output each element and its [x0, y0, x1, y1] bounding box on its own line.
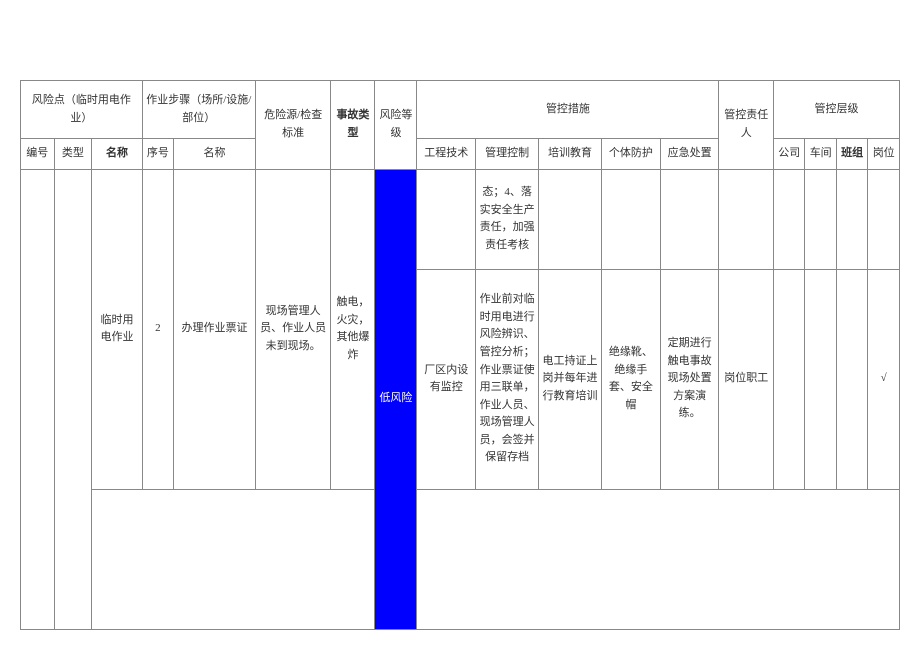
cell-mgmt: 作业前对临时用电进行风险辨识、管控分析；作业票证使用三联单，作业人员、现场管理人… [476, 269, 539, 489]
risk-table: 风险点（临时用电作业） 作业步骤（场所/设施/部位） 危险源/检查标准 事故类型… [20, 80, 900, 630]
th-name: 名称 [92, 139, 142, 170]
blank-left [92, 489, 375, 629]
th-mgmt: 管理控制 [476, 139, 539, 170]
cell-co-2 [774, 269, 805, 489]
th-num: 编号 [21, 139, 55, 170]
cell-name: 临时用电作业 [92, 169, 142, 489]
cell-co-1 [774, 169, 805, 269]
cell-eng-partial [417, 169, 476, 269]
cell-post-2: √ [868, 269, 900, 489]
th-seq: 序号 [142, 139, 173, 170]
cell-post-1 [868, 169, 900, 269]
cell-mgmt-partial: 态；4、落实安全生产责任，加强责任考核 [476, 169, 539, 269]
th-accident: 事故类型 [331, 81, 375, 170]
cell-team-1 [836, 169, 867, 269]
th-step-name: 名称 [174, 139, 256, 170]
th-step-group: 作业步骤（场所/设施/部位） [142, 81, 255, 139]
th-risk-level: 风险等级 [375, 81, 417, 170]
cell-team-2 [836, 269, 867, 489]
cell-type [54, 169, 92, 629]
th-hazard: 危险源/检查标准 [255, 81, 331, 170]
th-responsible: 管控责任人 [719, 81, 774, 170]
th-post: 岗位 [868, 139, 900, 170]
th-risk-point: 风险点（临时用电作业） [21, 81, 143, 139]
cell-ws-1 [805, 169, 836, 269]
cell-num [21, 169, 55, 629]
header-row-1: 风险点（临时用电作业） 作业步骤（场所/设施/部位） 危险源/检查标准 事故类型… [21, 81, 900, 139]
cell-seq: 2 [142, 169, 173, 489]
cell-ppe-partial [601, 169, 660, 269]
cell-risk-level: 低风险 [375, 169, 417, 629]
cell-resp: 岗位职工 [719, 269, 774, 489]
blank-right [417, 489, 900, 629]
cell-step: 办理作业票证 [174, 169, 256, 489]
cell-accident: 触电，火灾，其他爆炸 [331, 169, 375, 489]
cell-resp-partial [719, 169, 774, 269]
th-train: 培训教育 [539, 139, 602, 170]
th-eng: 工程技术 [417, 139, 476, 170]
th-ws: 车间 [805, 139, 836, 170]
cell-train-partial [539, 169, 602, 269]
cell-emerg: 定期进行触电事故现场处置方案演练。 [660, 269, 719, 489]
th-team: 班组 [836, 139, 867, 170]
cell-emerg-partial [660, 169, 719, 269]
cell-train: 电工持证上岗并每年进行教育培训 [539, 269, 602, 489]
cell-ws-2 [805, 269, 836, 489]
th-measures: 管控措施 [417, 81, 719, 139]
cell-eng: 厂区内设有监控 [417, 269, 476, 489]
th-ppe: 个体防护 [601, 139, 660, 170]
cell-hazard: 现场管理人员、作业人员未到现场。 [255, 169, 331, 489]
cell-ppe: 绝缘靴、绝缘手套、安全帽 [601, 269, 660, 489]
document-container: 风险点（临时用电作业） 作业步骤（场所/设施/部位） 危险源/检查标准 事故类型… [20, 80, 900, 630]
th-emerg: 应急处置 [660, 139, 719, 170]
table-row [21, 489, 900, 629]
table-row: 临时用电作业 2 办理作业票证 现场管理人员、作业人员未到现场。 触电，火灾，其… [21, 169, 900, 269]
th-type: 类型 [54, 139, 92, 170]
th-level-group: 管控层级 [774, 81, 900, 139]
th-co: 公司 [774, 139, 805, 170]
